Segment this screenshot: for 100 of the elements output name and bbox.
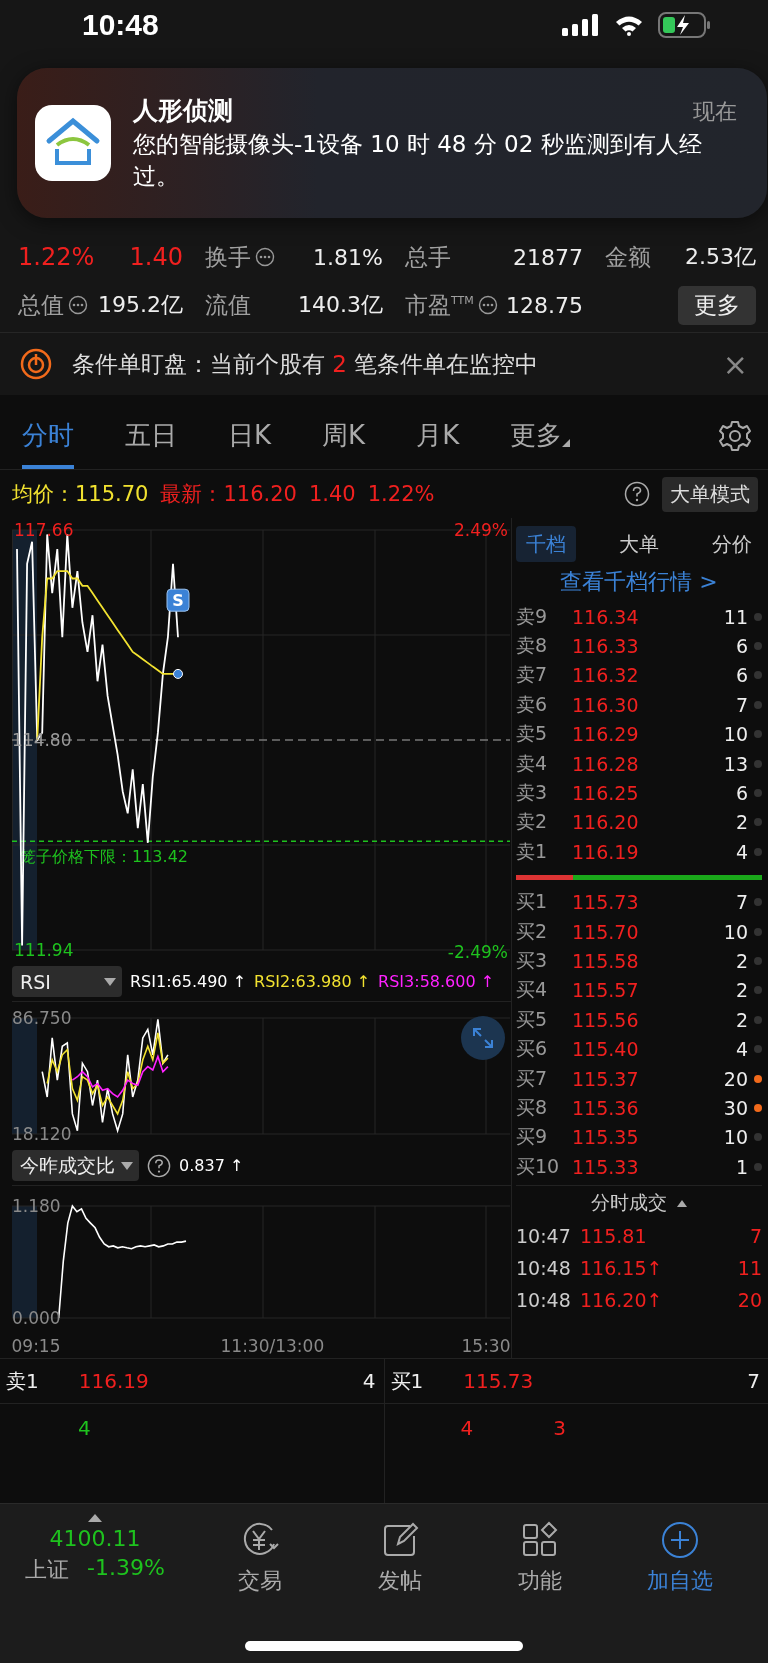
trade-volume: 7 xyxy=(749,1225,762,1248)
mode-button[interactable]: 大单模式 xyxy=(662,476,758,512)
level-price: 116.19 xyxy=(572,840,640,863)
dots-circle-icon[interactable] xyxy=(255,247,275,267)
level-label: 卖6 xyxy=(516,691,549,717)
axis-label: 18.120 xyxy=(12,1124,72,1144)
nav-item[interactable]: 加自选 xyxy=(610,1514,750,1596)
indicator-reading: 0.837 ↑ xyxy=(179,1156,244,1175)
trade-volume: 20 xyxy=(737,1289,762,1312)
level-price: 115.57 xyxy=(572,979,640,1002)
metric-label: 换手 xyxy=(205,242,251,272)
order-book-tab[interactable]: 分价 xyxy=(702,526,762,562)
add-icon xyxy=(660,1520,700,1560)
help-icon[interactable] xyxy=(147,1153,171,1178)
index-change[interactable]: -1.39% xyxy=(87,1555,165,1585)
change-percent: 1.22% xyxy=(18,243,95,271)
level-price: 116.19 xyxy=(77,1369,150,1393)
help-icon[interactable] xyxy=(624,481,650,507)
caret-icon xyxy=(104,977,116,986)
level-price: 116.28 xyxy=(572,752,640,775)
axis-label: 1.180 xyxy=(12,1196,61,1216)
order-book-tab[interactable]: 大单 xyxy=(609,526,669,562)
nav-item[interactable]: 交易 xyxy=(190,1514,330,1596)
alert-message: 条件单盯盘：当前个股有 2 笔条件单在监控中 xyxy=(72,349,540,379)
caret-icon xyxy=(88,1514,102,1522)
dots-circle-icon[interactable] xyxy=(477,295,498,315)
level-volume: 4 xyxy=(362,1369,376,1393)
nav-item[interactable]: 发帖 xyxy=(330,1514,470,1596)
trade-volume: 11 xyxy=(737,1257,762,1280)
queue-order: 3 xyxy=(553,1416,566,1440)
sell-marker[interactable]: S xyxy=(166,588,190,612)
level-volume: 20 xyxy=(722,1067,748,1090)
level-volume: 2 xyxy=(734,950,748,972)
caret-icon xyxy=(677,1199,687,1207)
trade-time: 10:48 xyxy=(516,1257,572,1280)
metric-value: 128.75 xyxy=(506,292,583,318)
level-volume: 11 xyxy=(722,605,748,628)
notification-card[interactable]: 人形侦测 现在 您的智能摄像头-1设备 10 时 48 分 02 秒监测到有人经过。 xyxy=(17,68,767,218)
queue-order: 4 xyxy=(460,1416,474,1440)
indicator-reading: RSI1:65.490 ↑ xyxy=(130,972,247,991)
period-tab[interactable]: 更多 xyxy=(510,403,571,469)
house-icon xyxy=(35,105,111,181)
metric-value: 140.3亿 xyxy=(298,291,383,319)
metric-label: 流值 xyxy=(205,290,251,320)
notification-title: 人形侦测 xyxy=(133,95,233,128)
index-value[interactable]: 4100.11 xyxy=(49,1526,141,1551)
level-volume: 10 xyxy=(722,723,748,746)
period-tab[interactable]: 五日 xyxy=(125,403,177,469)
expand-button[interactable] xyxy=(461,1016,505,1060)
period-tab[interactable]: 月K xyxy=(416,403,460,469)
trades-title: 分时成交 xyxy=(591,1190,667,1216)
latest-change: 1.40 xyxy=(308,482,356,506)
level-price: 115.40 xyxy=(572,1038,640,1061)
level-label: 卖4 xyxy=(516,750,549,776)
trade-time: 10:48 xyxy=(516,1289,572,1312)
level-label: 买8 xyxy=(516,1094,549,1120)
queue-order: 4 xyxy=(78,1416,91,1440)
order-book-tab[interactable]: 千档 xyxy=(516,526,576,562)
axis-label: 86.750 xyxy=(12,1008,72,1028)
metric-value: 2.53亿 xyxy=(685,243,756,271)
axis-label: -2.49% xyxy=(447,942,508,962)
depth-link[interactable]: 查看千档行情 > xyxy=(516,562,762,602)
level-volume: 4 xyxy=(734,840,748,863)
trade-price: 115.81 xyxy=(579,1225,648,1248)
metric-label: 市盈$^{TTM}$ xyxy=(405,290,474,320)
metric-label: 金额 xyxy=(605,242,651,272)
close-button[interactable]: × xyxy=(722,346,748,382)
latest-change-percent: 1.22% xyxy=(367,482,435,506)
signal-icon xyxy=(562,14,600,36)
period-tab[interactable]: 分时 xyxy=(22,403,74,469)
index-name[interactable]: 上证 xyxy=(25,1555,70,1585)
settings-icon[interactable] xyxy=(718,419,752,453)
axis-label: 111.94 xyxy=(14,940,74,960)
level-price: 115.70 xyxy=(572,920,640,943)
level-label: 买2 xyxy=(516,918,549,944)
level-volume: 13 xyxy=(722,752,748,775)
level-price: 115.33 xyxy=(572,1155,640,1178)
level-price: 116.32 xyxy=(572,664,640,687)
more-button[interactable]: 更多 xyxy=(678,285,756,325)
level-label: 卖7 xyxy=(516,662,549,688)
indicator-reading: RSI2:63.980 ↑ xyxy=(254,972,371,991)
level-volume: 6 xyxy=(734,635,748,658)
battery-charging-icon xyxy=(658,12,712,38)
level-label: 买10 xyxy=(516,1153,561,1179)
indicator-dropdown[interactable]: 今昨成交比 xyxy=(12,1150,139,1181)
indicator-dropdown[interactable]: RSI xyxy=(12,966,122,997)
level-volume: 2 xyxy=(734,811,748,834)
level-volume: 4 xyxy=(734,1038,748,1061)
axis-label: 2.49% xyxy=(454,520,508,540)
expand-icon xyxy=(471,1026,495,1050)
wifi-icon xyxy=(614,14,644,36)
level-price: 116.29 xyxy=(572,723,640,746)
level-label: 卖9 xyxy=(516,603,549,629)
period-tab[interactable]: 周K xyxy=(322,403,366,469)
dots-circle-icon[interactable] xyxy=(68,295,88,315)
period-tab[interactable]: 日K xyxy=(228,403,272,469)
level-volume: 2 xyxy=(734,1008,748,1031)
nav-item[interactable]: 功能 xyxy=(470,1514,610,1596)
level-label: 卖2 xyxy=(516,809,549,835)
status-time: 10:48 xyxy=(82,8,159,43)
